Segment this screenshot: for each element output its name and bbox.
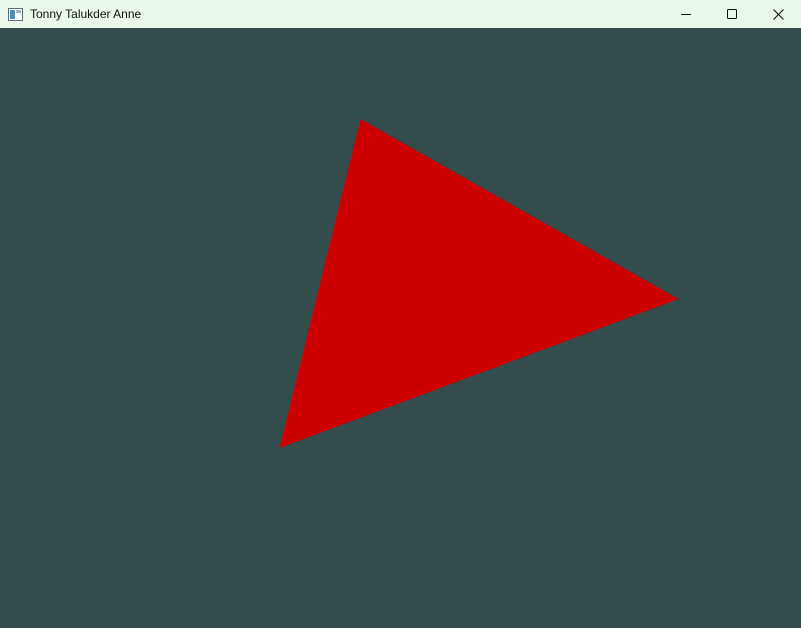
close-icon bbox=[772, 8, 784, 20]
maximize-icon bbox=[727, 9, 737, 19]
minimize-icon bbox=[681, 14, 691, 15]
maximize-button[interactable] bbox=[709, 0, 755, 28]
window-title: Tonny Talukder Anne bbox=[30, 7, 142, 21]
title-bar[interactable]: Tonny Talukder Anne bbox=[0, 0, 801, 28]
minimize-button[interactable] bbox=[663, 0, 709, 28]
window-controls bbox=[663, 0, 801, 28]
app-window: Tonny Talukder Anne bbox=[0, 0, 801, 628]
render-canvas[interactable] bbox=[0, 28, 801, 628]
close-button[interactable] bbox=[755, 0, 801, 28]
app-window-icon bbox=[7, 7, 23, 21]
